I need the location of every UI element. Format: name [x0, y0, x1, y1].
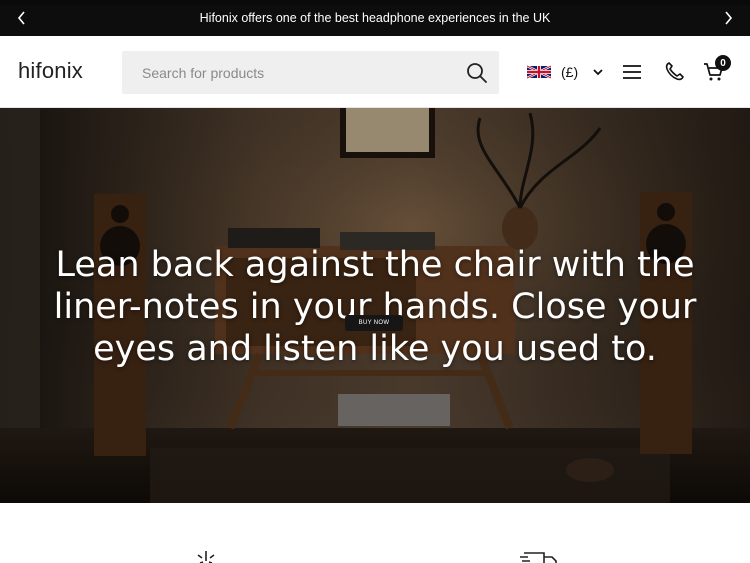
hamburger-menu-icon[interactable] [620, 60, 644, 84]
delivery-truck-icon [520, 552, 557, 563]
announcement-prev-button[interactable] [12, 8, 32, 28]
site-header: hifonix (£) 0 [0, 36, 750, 108]
search-input[interactable] [122, 51, 452, 94]
sparkle-icon [197, 551, 215, 563]
announcement-top-strip [0, 0, 750, 5]
hero-headline: Lean back against the chair with the lin… [53, 245, 697, 369]
announcement-text: Hifonix offers one of the best headphone… [199, 11, 551, 25]
search-icon[interactable] [466, 62, 488, 84]
search-bar [122, 51, 499, 94]
uk-flag-icon [527, 64, 551, 80]
currency-selector[interactable]: (£) [527, 63, 604, 81]
announcement-next-button[interactable] [718, 8, 738, 28]
announcement-bar: Hifonix offers one of the best headphone… [0, 0, 750, 36]
phone-icon[interactable] [662, 60, 686, 84]
logo[interactable]: hifonix [18, 58, 83, 84]
chevron-left-icon [17, 11, 25, 25]
features-section [0, 503, 750, 563]
chevron-right-icon [725, 11, 733, 25]
cart-count-badge: 0 [715, 55, 731, 71]
buy-now-button[interactable]: BUY NOW [345, 315, 403, 331]
currency-label: (£) [561, 64, 579, 80]
chevron-down-icon [593, 69, 603, 76]
hero-banner: Lean back against the chair with the lin… [0, 108, 750, 503]
